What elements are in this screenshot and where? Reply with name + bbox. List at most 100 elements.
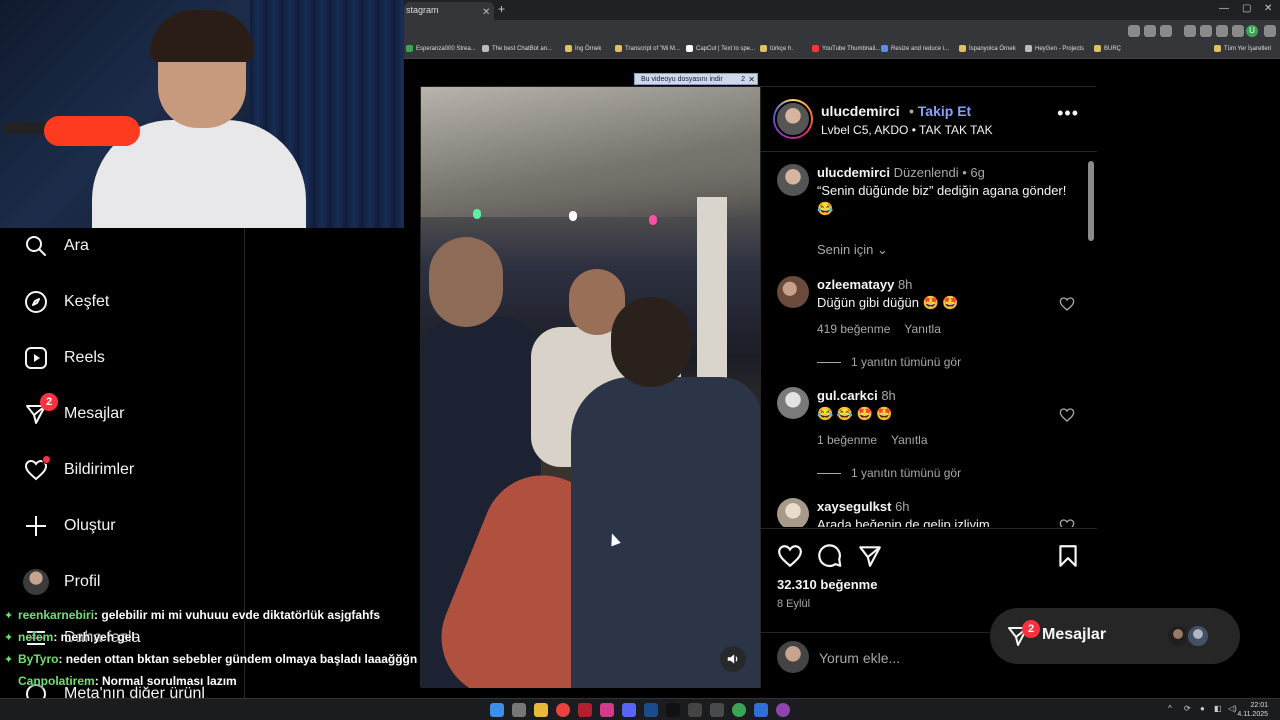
post-video[interactable] [421,87,760,688]
for-you-label: Senin için [817,242,874,257]
tiktok-icon[interactable] [666,703,680,717]
screen: stagram ✕ + — ▢ ✕ U Esperanza000 Strea..… [0,0,1280,720]
comment-avatar[interactable] [777,387,809,419]
author-avatar[interactable] [773,99,813,139]
comment-likes[interactable]: 1 beğenme [817,433,877,447]
minimize-icon[interactable]: — [1219,3,1229,14]
network-icon[interactable]: ◧ [1214,704,1222,713]
for-you-toggle[interactable]: Senin için ⌄ [817,242,888,258]
caption-avatar[interactable] [777,164,809,196]
reply-button[interactable]: Yanıtla [904,322,940,336]
share-send-icon[interactable] [857,543,883,569]
reply-button[interactable]: Yanıtla [891,433,927,447]
caption-username[interactable]: ulucdemirci [817,165,890,180]
bookmark-item[interactable]: HeyGen - Projects [1025,45,1084,52]
capcut-icon[interactable] [688,703,702,717]
sync-icon[interactable]: ⟳ [1184,704,1191,713]
windows-start-icon[interactable] [490,703,504,717]
bookmark-item[interactable]: The best ChatBot an... [482,45,552,52]
bookmark-item[interactable]: türkçe h. [760,45,793,52]
nav-item-reels[interactable]: Reels [22,340,105,376]
close-window-icon[interactable]: ✕ [1264,3,1272,14]
zoom-icon[interactable] [1144,25,1156,37]
bookmark-item[interactable]: YouTube Thumbnail... [812,45,880,52]
comment-username[interactable]: xaysegulkst [817,499,891,514]
scrollbar-thumb[interactable] [1088,161,1094,241]
chrome-icon[interactable] [732,703,746,717]
comment-username[interactable]: gul.carkci [817,388,878,403]
nav-item-messages[interactable]: 2 Mesajlar [22,393,124,432]
browser-app-icon[interactable] [556,703,570,717]
comments-scrollbar[interactable] [1088,155,1094,527]
task-view-icon[interactable] [512,703,526,717]
like-heart-icon[interactable] [777,543,803,569]
file-explorer-icon[interactable] [534,703,548,717]
stage-light [649,215,657,225]
view-replies[interactable]: 1 yanıtın tümünü gör [817,355,961,369]
bookmark-item[interactable]: Resize and reduce i... [881,45,949,52]
mic-icon[interactable]: ● [1200,704,1205,713]
comment-username[interactable]: ozleematayy [817,277,894,292]
comment-avatar[interactable] [777,498,809,527]
bookmark-item[interactable]: İng Örnek [565,45,601,52]
download-video-notice[interactable]: Bu videoyu dosyasını indir 2 ✕ [634,73,758,85]
bookmark-item[interactable]: Esperanza000 Strea... [406,45,476,52]
bookmark-label: Resize and reduce i... [891,45,950,52]
sidepanel-icon[interactable] [1232,25,1244,37]
notice-close-icon[interactable]: ✕ [748,74,755,86]
maximize-icon[interactable]: ▢ [1242,3,1251,14]
browser-tab[interactable]: stagram ✕ [404,2,494,20]
messages-pill[interactable]: 2 Mesajlar [990,608,1240,664]
comment-bubble-icon[interactable] [817,543,843,569]
install-app-icon[interactable] [1128,25,1140,37]
app-icon[interactable] [754,703,768,717]
nav-item-create[interactable]: Oluştur [22,508,116,544]
tab-close-icon[interactable]: ✕ [482,5,490,21]
new-tab-button[interactable]: + [498,2,505,16]
tray-chevron-icon[interactable]: ^ [1168,704,1172,713]
view-replies[interactable]: 1 yanıtın tümünü gör [817,466,961,480]
extension-icon[interactable] [1184,25,1196,37]
taskbar-clock[interactable]: 22:01 4.11.2025 [1237,701,1268,719]
view-replies-label: 1 yanıtın tümünü gör [851,466,962,480]
author-username[interactable]: ulucdemirci [821,103,900,119]
app-icon[interactable] [710,703,724,717]
post-location[interactable]: Lvbel C5, AKDO • TAK TAK TAK [821,123,993,137]
app-icon[interactable] [578,703,592,717]
nav-item-explore[interactable]: Keşfet [22,284,109,320]
nav-item-notifications[interactable]: Bildirimler [22,452,134,488]
comment: xaysegulkst 6h Arada beğenip de gelip iz… [817,498,1067,527]
instagram-app-icon[interactable] [600,703,614,717]
puzzle-icon[interactable] [1216,25,1228,37]
obs-icon[interactable] [776,703,790,717]
nav-item-search[interactable]: Ara [22,228,89,264]
nav-label: Keşfet [64,293,110,310]
like-comment-heart-icon[interactable] [1059,296,1075,312]
save-bookmark-icon[interactable] [1055,543,1081,569]
bookmark-star-icon[interactable] [1160,25,1172,37]
kebab-menu-icon[interactable] [1264,25,1276,37]
like-comment-heart-icon[interactable] [1059,518,1075,527]
photoshop-icon[interactable] [644,703,658,717]
bookmark-item[interactable]: İspanyolca Örnek [959,45,1016,52]
nav-item-profile[interactable]: Profil [22,564,100,600]
volume-button[interactable] [720,646,746,672]
bookmark-item[interactable]: Transcript of "Mi M... [615,45,680,52]
comments-list: ulucdemirci Düzenlendi • 6g “Senin düğün… [761,152,1097,527]
bookmark-item[interactable]: Tüm Yer İşaretleri [1214,45,1271,52]
comment-likes[interactable]: 419 beğenme [817,322,890,336]
profile-avatar[interactable]: U [1246,25,1258,37]
address-bar-row: U [404,20,1280,42]
comment-avatar[interactable] [777,276,809,308]
follow-button[interactable]: • Takip Et [909,103,971,119]
bookmark-label: Esperanza000 Strea... [416,45,476,52]
extension-icon[interactable] [1200,25,1212,37]
like-comment-heart-icon[interactable] [1059,407,1075,423]
discord-icon[interactable] [622,703,636,717]
like-count[interactable]: 32.310 beğenme [777,577,877,592]
bookmark-item[interactable]: CapCut | Text to spe... [686,45,755,52]
bookmark-label: HeyGen - Projects [1035,45,1085,52]
volume-icon[interactable]: ◁) [1228,704,1237,713]
bookmark-item[interactable]: BURÇ [1094,45,1121,52]
more-options-icon[interactable]: ••• [1057,103,1079,124]
